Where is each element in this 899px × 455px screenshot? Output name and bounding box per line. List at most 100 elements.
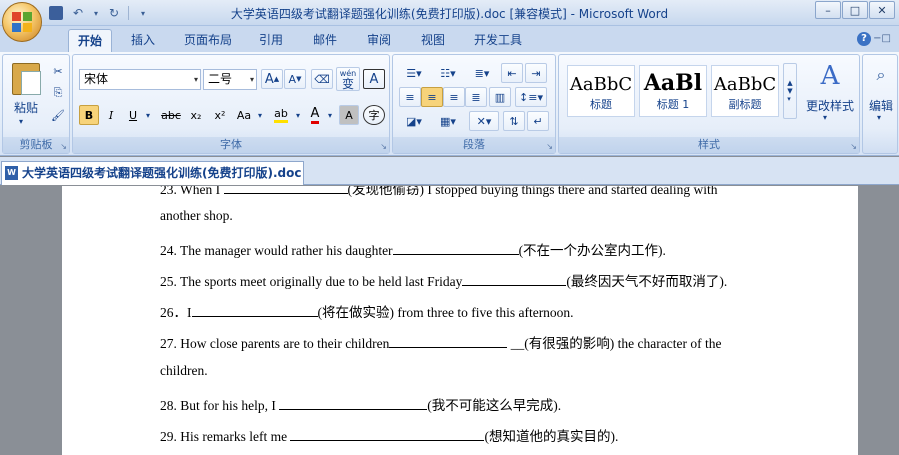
group-paragraph: ☰▾ ☷▾ ≣▾ ⇤ ⇥ ≡ ≡ ≡ ≣ ▥ ↕≡▾ ◪▾ ▦▾ ✕▾ ⇅ ↵ … [392, 54, 556, 154]
align-right-icon[interactable]: ≡ [443, 87, 465, 107]
paste-dropdown-icon[interactable]: ▾ [19, 117, 23, 126]
change-styles-dropdown-icon[interactable]: ▾ [823, 113, 827, 122]
char-shading-button[interactable]: A [339, 105, 359, 125]
font-color-icon[interactable]: A [305, 105, 325, 125]
answer-blank[interactable] [191, 305, 318, 317]
align-left-icon[interactable]: ≡ [399, 87, 421, 107]
line-text: another shop. [160, 208, 233, 223]
italic-button[interactable]: I [101, 105, 121, 125]
highlight-icon[interactable]: ab [269, 105, 293, 125]
style-title[interactable]: AaBbC 标题 [567, 65, 635, 117]
align-center-icon[interactable]: ≡ [421, 87, 443, 107]
line-text: (将在做实验) from three to five this afternoo… [317, 305, 574, 320]
line-text: children. [160, 363, 208, 378]
styles-launcher-icon[interactable]: ↘ [850, 142, 857, 151]
tab-home[interactable]: 开始 [68, 29, 112, 52]
justify-icon[interactable]: ≣ [465, 87, 487, 107]
font-color-dropdown-icon[interactable]: ▾ [325, 105, 335, 125]
style-heading-1[interactable]: AaBl 标题 1 [639, 65, 707, 117]
minimize-button[interactable]: – [815, 1, 841, 19]
enclose-char-button[interactable]: 字 [363, 105, 385, 125]
paste-icon[interactable] [12, 63, 41, 95]
bold-button[interactable]: B [79, 105, 99, 125]
paragraph-launcher-icon[interactable]: ↘ [546, 142, 553, 151]
line-text: (我不可能这么早完成). [427, 398, 562, 413]
tab-references[interactable]: 引用 [254, 29, 288, 52]
tab-view[interactable]: 视图 [416, 29, 450, 52]
change-styles-label[interactable]: 更改样式 [799, 97, 861, 114]
tab-page-layout[interactable]: 页面布局 [178, 29, 238, 52]
shading-icon[interactable]: ◪▾ [399, 111, 429, 131]
underline-dropdown-icon[interactable]: ▾ [143, 105, 153, 125]
char-border-button[interactable]: A [363, 69, 385, 89]
clear-format-icon[interactable]: ⌫ [311, 69, 333, 89]
office-button[interactable] [2, 2, 42, 42]
style-sample: AaBl [643, 70, 703, 96]
font-size-value: 二号 [208, 72, 233, 86]
phonetic-char: 变 [341, 77, 354, 91]
case-dropdown-icon[interactable]: ▾ [255, 105, 265, 125]
style-gallery-scroll[interactable]: ▲ ▼ ▾ [783, 63, 797, 119]
document-tab[interactable]: W 大学英语四级考试翻译题强化训练(免费打印版).doc [1, 161, 304, 185]
answer-blank[interactable] [279, 398, 428, 410]
title-bar: ↶ ▾ ↻ ▾ 大学英语四级考试翻译题强化训练(免费打印版).doc [兼容模式… [0, 0, 899, 42]
multilevel-list-icon[interactable]: ≣▾ [467, 63, 497, 83]
underline-button[interactable]: U [123, 105, 143, 125]
chevron-down-icon[interactable]: ▾ [194, 70, 198, 89]
tab-insert[interactable]: 插入 [124, 29, 162, 52]
answer-blank[interactable] [389, 336, 508, 348]
copy-icon[interactable]: ⎘ [49, 83, 67, 103]
font-launcher-icon[interactable]: ↘ [380, 142, 387, 151]
ribbon-minimize-icon[interactable]: −□ [873, 33, 891, 44]
sort-icon[interactable]: ⇅ [503, 111, 525, 131]
answer-blank[interactable] [290, 429, 485, 441]
editing-dropdown-icon[interactable]: ▾ [877, 113, 881, 122]
window-controls: – □ ✕ [815, 1, 895, 19]
decrease-indent-icon[interactable]: ⇤ [501, 63, 523, 83]
doc-line-25: 25. The sports meet originally due to be… [160, 270, 727, 290]
chevron-down-icon[interactable]: ▾ [250, 70, 254, 89]
group-styles: AaBbC 标题 AaBl 标题 1 AaBbC 副标题 ▲ ▼ ▾ A 更改样式 … [558, 54, 860, 154]
grow-font-icon[interactable]: A ▲ [261, 69, 283, 89]
format-painter-icon[interactable]: 🖌 [49, 105, 67, 125]
show-marks-icon[interactable]: ↵ [527, 111, 549, 131]
line-text: (最终因天气不好而取消了). [566, 274, 728, 289]
chinese-layout-icon[interactable]: ✕▾ [469, 111, 499, 131]
doc-line-29: 29. His remarks left me (想知道他的真实目的). [160, 425, 618, 445]
paste-label[interactable]: 粘贴 [7, 99, 45, 116]
increase-indent-icon[interactable]: ⇥ [525, 63, 547, 83]
editing-label[interactable]: 编辑 [865, 97, 897, 114]
tab-mailings[interactable]: 邮件 [308, 29, 342, 52]
tab-developer[interactable]: 开发工具 [468, 29, 528, 52]
superscript-button[interactable]: x² [209, 105, 231, 125]
change-styles-icon[interactable]: A [807, 61, 853, 91]
maximize-button[interactable]: □ [842, 1, 868, 19]
group-font: 宋体 ▾ 二号 ▾ A ▲ A ▼ ⌫ wén 变 A B I U ▾ abc x₂… [72, 54, 390, 154]
answer-blank[interactable] [462, 274, 567, 286]
close-button[interactable]: ✕ [869, 1, 895, 19]
help-icon[interactable]: ? [857, 32, 871, 46]
borders-icon[interactable]: ▦▾ [433, 111, 463, 131]
subscript-button[interactable]: x₂ [185, 105, 207, 125]
tab-review[interactable]: 审阅 [362, 29, 396, 52]
answer-blank[interactable] [392, 243, 519, 255]
highlight-dropdown-icon[interactable]: ▾ [293, 105, 303, 125]
style-subtitle[interactable]: AaBbC 副标题 [711, 65, 779, 117]
shrink-font-icon[interactable]: A ▼ [284, 69, 306, 89]
paragraph-group-label: 段落 [393, 137, 555, 153]
font-size-combo[interactable]: 二号 ▾ [203, 69, 257, 90]
phonetic-guide-button[interactable]: wén 变 [336, 67, 360, 91]
document-page[interactable]: 23. When I (发现他偷窃) I stopped buying thin… [62, 186, 858, 455]
distributed-icon[interactable]: ▥ [489, 87, 511, 107]
strikethrough-button[interactable]: abc [159, 105, 183, 125]
bullets-icon[interactable]: ☰▾ [399, 63, 429, 83]
style-sample: AaBbC [569, 74, 633, 95]
cut-icon[interactable]: ✂ [49, 61, 67, 81]
change-case-button[interactable]: Aa [233, 105, 255, 125]
font-name-combo[interactable]: 宋体 ▾ [79, 69, 201, 90]
binoculars-icon[interactable]: ⌕ [869, 65, 893, 85]
line-spacing-icon[interactable]: ↕≡▾ [515, 87, 547, 107]
numbering-icon[interactable]: ☷▾ [433, 63, 463, 83]
answer-blank[interactable] [223, 186, 348, 194]
clipboard-launcher-icon[interactable]: ↘ [60, 142, 67, 151]
